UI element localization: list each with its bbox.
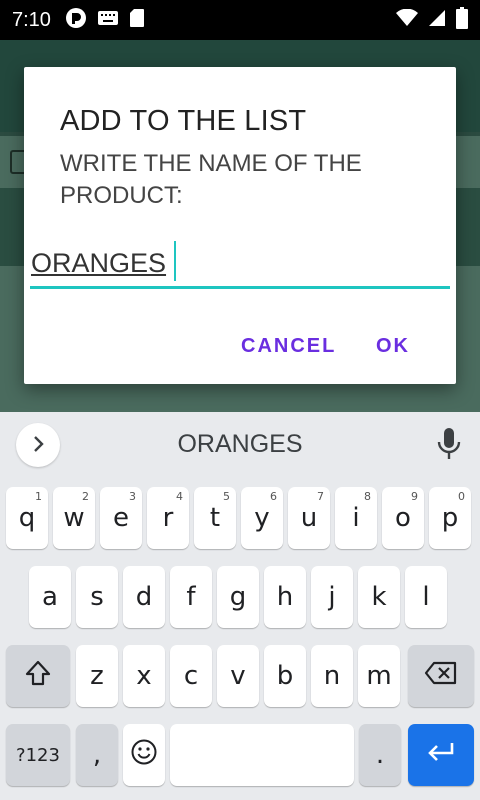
mic-icon[interactable] xyxy=(436,426,462,466)
key-w[interactable]: 2w xyxy=(53,487,95,549)
key-t[interactable]: 5t xyxy=(194,487,236,549)
space-key[interactable] xyxy=(170,724,354,786)
key-j[interactable]: j xyxy=(311,566,353,628)
enter-key[interactable] xyxy=(408,724,474,786)
key-o[interactable]: 9o xyxy=(382,487,424,549)
key-z[interactable]: z xyxy=(76,645,118,707)
shift-key[interactable] xyxy=(6,645,70,707)
emoji-icon xyxy=(130,738,158,773)
pocket-casts-icon xyxy=(65,7,87,33)
suggestion-bar: ORANGES xyxy=(0,412,480,476)
key-k[interactable]: k xyxy=(358,566,400,628)
battery-icon xyxy=(456,7,468,33)
signal-icon xyxy=(428,9,446,31)
key-c[interactable]: c xyxy=(170,645,212,707)
key-y[interactable]: 6y xyxy=(241,487,283,549)
key-p[interactable]: 0p xyxy=(429,487,471,549)
key-m[interactable]: m xyxy=(358,645,400,707)
keyboard-icon xyxy=(97,10,119,30)
status-time: 7:10 xyxy=(12,8,51,31)
backspace-icon xyxy=(424,661,458,692)
key-d[interactable]: d xyxy=(123,566,165,628)
wifi-icon xyxy=(396,8,418,31)
key-l[interactable]: l xyxy=(405,566,447,628)
key-a[interactable]: a xyxy=(29,566,71,628)
key-i[interactable]: 8i xyxy=(335,487,377,549)
key-s[interactable]: s xyxy=(76,566,118,628)
text-cursor xyxy=(174,241,176,281)
key-v[interactable]: v xyxy=(217,645,259,707)
dialog-title: ADD TO THE LIST xyxy=(60,105,307,137)
emoji-key[interactable] xyxy=(123,724,165,786)
backspace-key[interactable] xyxy=(408,645,474,707)
comma-key[interactable]: , xyxy=(76,724,118,786)
symbols-key[interactable]: ?123 xyxy=(6,724,70,786)
key-n[interactable]: n xyxy=(311,645,353,707)
key-b[interactable]: b xyxy=(264,645,306,707)
key-g[interactable]: g xyxy=(217,566,259,628)
shift-icon xyxy=(24,659,52,694)
key-q[interactable]: 1q xyxy=(6,487,48,549)
product-name-input[interactable] xyxy=(30,241,450,289)
sd-card-icon xyxy=(129,8,145,32)
key-e[interactable]: 3e xyxy=(100,487,142,549)
ok-button[interactable]: OK xyxy=(376,335,410,358)
key-x[interactable]: x xyxy=(123,645,165,707)
add-item-dialog: ADD TO THE LIST WRITE THE NAME OF THE PR… xyxy=(24,67,456,384)
cancel-button[interactable]: CANCEL xyxy=(241,335,336,358)
key-r[interactable]: 4r xyxy=(147,487,189,549)
key-u[interactable]: 7u xyxy=(288,487,330,549)
enter-icon xyxy=(426,740,456,770)
soft-keyboard: ORANGES 1q 2w 3e 4r 5t 6y 7u 8i 9o 0p a … xyxy=(0,412,480,800)
period-key[interactable]: . xyxy=(359,724,401,786)
suggestion-word[interactable]: ORANGES xyxy=(0,430,480,459)
key-h[interactable]: h xyxy=(264,566,306,628)
status-right-icons xyxy=(396,7,468,33)
status-bar: 7:10 xyxy=(0,0,480,40)
dialog-message: WRITE THE NAME OF THE PRODUCT: xyxy=(60,150,362,209)
key-f[interactable]: f xyxy=(170,566,212,628)
